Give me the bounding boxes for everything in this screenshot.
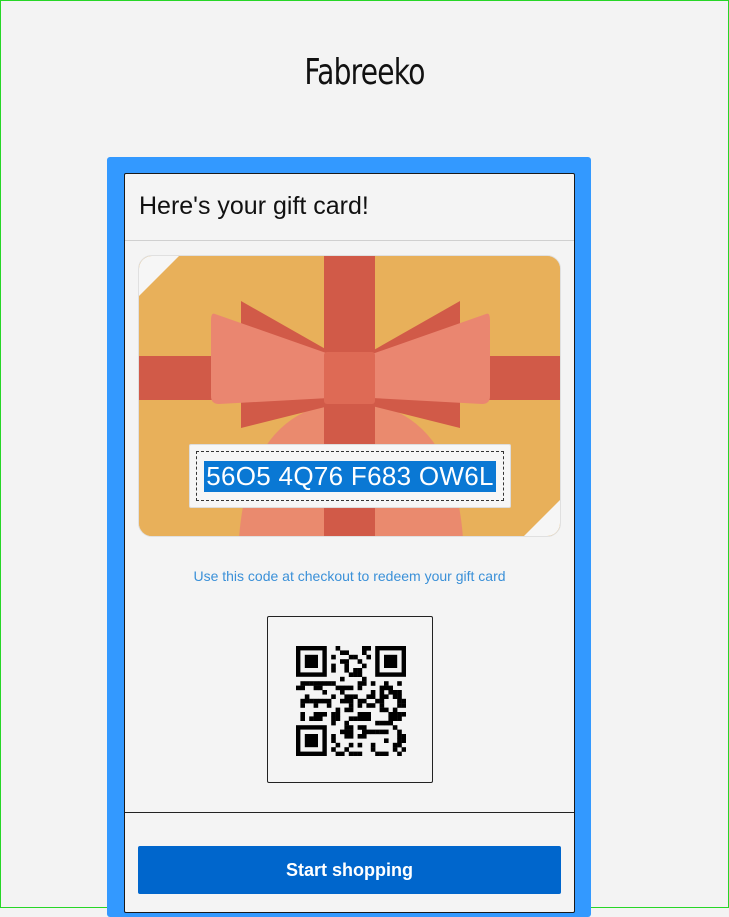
redeem-instruction: Use this code at checkout to redeem your… — [193, 568, 506, 584]
card-title: Here's your gift card! — [139, 192, 369, 220]
gift-card-panel: Here's your gift card! 56O5 4Q76 F683 OW… — [124, 173, 575, 913]
qr-code-frame — [267, 616, 433, 783]
brand-logo: Fabreeko — [304, 52, 425, 93]
gift-code[interactable]: 56O5 4Q76 F683 OW6L — [204, 460, 496, 492]
qr-code-icon — [296, 646, 406, 756]
gift-code-border: 56O5 4Q76 F683 OW6L — [196, 451, 504, 501]
start-shopping-button[interactable]: Start shopping — [138, 846, 561, 894]
gift-card-image: 56O5 4Q76 F683 OW6L — [138, 255, 561, 537]
gift-code-box[interactable]: 56O5 4Q76 F683 OW6L — [189, 444, 511, 508]
footer-divider — [125, 812, 574, 813]
card-header: Here's your gift card! — [125, 174, 574, 241]
